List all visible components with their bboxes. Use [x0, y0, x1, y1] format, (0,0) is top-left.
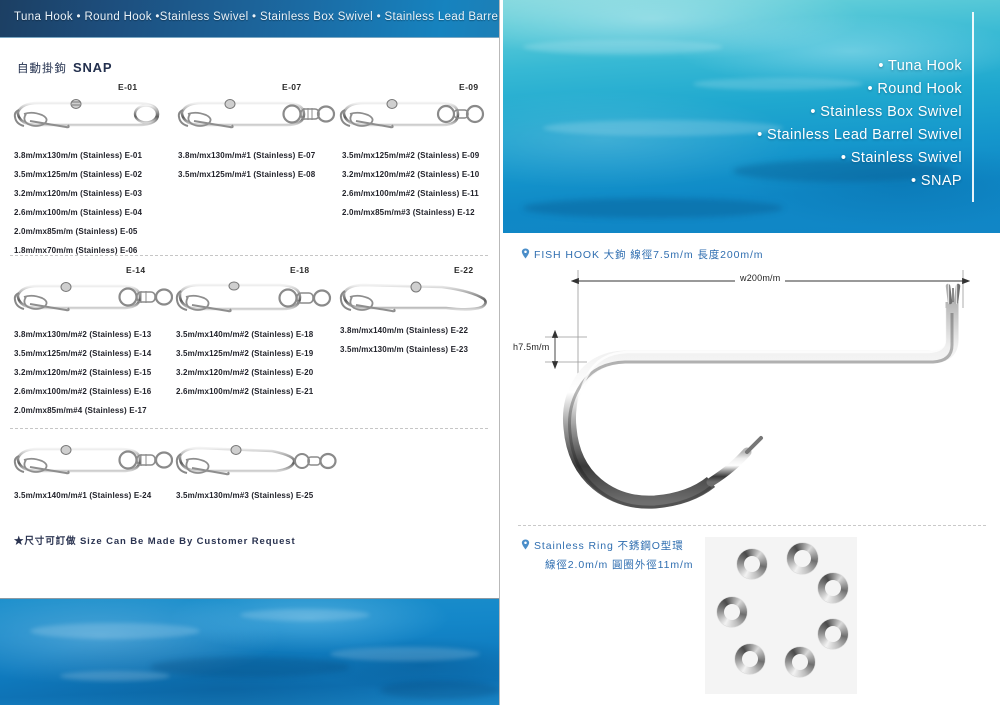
spec-item: 3.8m/mx130m/m#2 (Stainless) E-13: [14, 330, 152, 339]
o-ring: [787, 543, 818, 574]
spec-item: 3.2m/mx120m/m (Stainless) E-03: [14, 189, 143, 198]
spec-item: 3.5m/mx130m/m (Stainless) E-23: [340, 345, 469, 354]
spec-list: 3.8m/mx130m/m (Stainless) E-01 3.5m/mx12…: [14, 152, 142, 255]
header-banner: Tuna Hook • Round Hook •Stainless Swivel…: [0, 0, 500, 38]
page-title-cjk: 自動掛鉤: [17, 63, 67, 75]
stainless-ring-heading: Stainless Ring 不銹鋼O型環 線徑2.0m/m 圓圈外徑11m/m: [521, 537, 693, 575]
spec-list: 3.5m/mx140m/m#2 (Stainless) E-18 3.5m/mx…: [176, 331, 313, 396]
spec-item: 3.8m/mx130m/m#1 (Stainless) E-07: [178, 151, 316, 160]
category-item: • Stainless Swivel: [840, 150, 962, 166]
fish-hook-drawing: [545, 270, 971, 509]
o-ring: [818, 573, 848, 603]
product-code-label: E-22: [454, 265, 474, 275]
spec-list: 3.8m/mx130m/m#2 (Stainless) E-13 3.5m/mx…: [14, 331, 151, 415]
catalog-page: Tuna Hook • Round Hook •Stainless Swivel…: [0, 0, 1000, 705]
o-ring: [737, 549, 767, 579]
spec-item: 3.5m/mx125m/m#2 (Stainless) E-19: [176, 349, 314, 358]
product-code-label: E-01: [118, 82, 138, 92]
left-water-photo: [0, 598, 499, 705]
category-item: • Round Hook: [867, 81, 962, 97]
category-item: • Stainless Lead Barrel Swivel: [757, 127, 962, 143]
snap-illustration: [13, 99, 160, 129]
spec-item: 3.8m/mx140m/m (Stainless) E-22: [340, 326, 469, 335]
location-pin-icon: [521, 539, 530, 550]
spec-item: 1.8m/mx70m/m (Stainless) E-06: [14, 246, 138, 255]
snap-illustration: [175, 281, 332, 313]
product-code-label: E-07: [282, 82, 302, 92]
product-code-label: E-14: [126, 265, 146, 275]
spec-item: 3.5m/mx125m/m#2 (Stainless) E-14: [14, 349, 152, 358]
fish-hook-heading: FISH HOOK 大鉤 線徑7.5m/m 長度200m/m: [521, 247, 763, 262]
fish-hook-figure: w200m/m h7.5m/m: [513, 268, 995, 518]
spec-item: 2.0m/mx85m/m#4 (Stainless) E-17: [14, 406, 147, 415]
stainless-ring-photo: [705, 537, 857, 694]
page-title-en: SNAP: [73, 60, 113, 75]
spec-item: 3.5m/mx140m/m#2 (Stainless) E-18: [176, 330, 314, 339]
o-ring: [785, 647, 815, 677]
height-dimension-label: h7.5m/m: [513, 342, 550, 352]
snap-illustration: [339, 281, 487, 313]
spec-list: 3.8m/mx130m/m#1 (Stainless) E-07 3.5m/mx…: [178, 152, 315, 179]
product-code-label: E-18: [290, 265, 310, 275]
snap-illustration: [175, 445, 337, 476]
spec-list: 3.5m/mx125m/m#2 (Stainless) E-09 3.2m/mx…: [342, 152, 479, 217]
spec-item: 3.8m/mx130m/m (Stainless) E-01: [14, 151, 143, 160]
spec-item: 3.5m/mx130m/m#3 (Stainless) E-25: [176, 491, 314, 500]
product-category-list: • Tuna Hook • Round Hook • Stainless Box…: [717, 58, 962, 196]
spec-list: 3.5m/mx130m/m#3 (Stainless) E-25: [176, 492, 313, 500]
vertical-rule: [972, 12, 974, 202]
stainless-ring-subtext: 線徑2.0m/m 圓圈外徑11m/m: [545, 559, 694, 571]
spec-item: 3.5m/mx140m/m#1 (Stainless) E-24: [14, 491, 152, 500]
spec-item: 3.5m/mx125m/m (Stainless) E-02: [14, 170, 143, 179]
spec-item: 2.6m/mx100m/m#2 (Stainless) E-16: [14, 387, 152, 396]
category-item: • Stainless Box Swivel: [810, 104, 962, 120]
spec-item: 3.2m/mx120m/m#2 (Stainless) E-20: [176, 368, 314, 377]
page-title: 自動掛鉤 SNAP: [17, 60, 112, 76]
category-item: • Tuna Hook: [878, 58, 962, 74]
width-dimension-label: w200m/m: [735, 273, 786, 283]
fish-hook-heading-text: FISH HOOK 大鉤 線徑7.5m/m 長度200m/m: [534, 249, 764, 261]
spec-item: 3.2m/mx120m/m#2 (Stainless) E-15: [14, 368, 152, 377]
spec-item: 3.5m/mx125m/m#2 (Stainless) E-09: [342, 151, 480, 160]
spec-item: 2.6m/mx100m/m (Stainless) E-04: [14, 208, 143, 217]
spec-item: 2.0m/mx85m/m (Stainless) E-05: [14, 227, 138, 236]
spec-item: 3.2m/mx120m/m#2 (Stainless) E-10: [342, 170, 480, 179]
o-ring: [735, 644, 765, 674]
spec-list: 3.8m/mx140m/m (Stainless) E-22 3.5m/mx13…: [340, 327, 468, 354]
snap-illustration: [339, 99, 485, 129]
snap-illustration: [13, 282, 173, 312]
snap-illustration: [177, 99, 336, 129]
snap-illustration: [13, 445, 173, 475]
section-divider: [10, 255, 488, 256]
section-divider: [518, 525, 986, 526]
spec-item: 2.0m/mx85m/m#3 (Stainless) E-12: [342, 208, 475, 217]
hero-water-photo: • Tuna Hook • Round Hook • Stainless Box…: [503, 0, 1000, 233]
left-panel: Tuna Hook • Round Hook •Stainless Swivel…: [0, 0, 500, 705]
spec-item: 2.6m/mx100m/m#2 (Stainless) E-21: [176, 387, 314, 396]
header-banner-text: Tuna Hook • Round Hook •Stainless Swivel…: [14, 11, 500, 23]
stainless-ring-heading-text: Stainless Ring 不銹鋼O型環: [534, 540, 684, 552]
o-ring: [818, 619, 848, 649]
section-divider: [10, 428, 488, 429]
o-ring: [717, 597, 747, 627]
location-pin-icon: [521, 248, 530, 259]
spec-item: 3.5m/mx125m/m#1 (Stainless) E-08: [178, 170, 316, 179]
product-code-label: E-09: [459, 82, 479, 92]
spec-list: 3.5m/mx140m/m#1 (Stainless) E-24: [14, 492, 151, 500]
customer-request-note: ★尺寸可訂做 Size Can Be Made By Customer Requ…: [14, 536, 296, 547]
category-item: • SNAP: [911, 173, 962, 189]
spec-item: 2.6m/mx100m/m#2 (Stainless) E-11: [342, 189, 479, 198]
